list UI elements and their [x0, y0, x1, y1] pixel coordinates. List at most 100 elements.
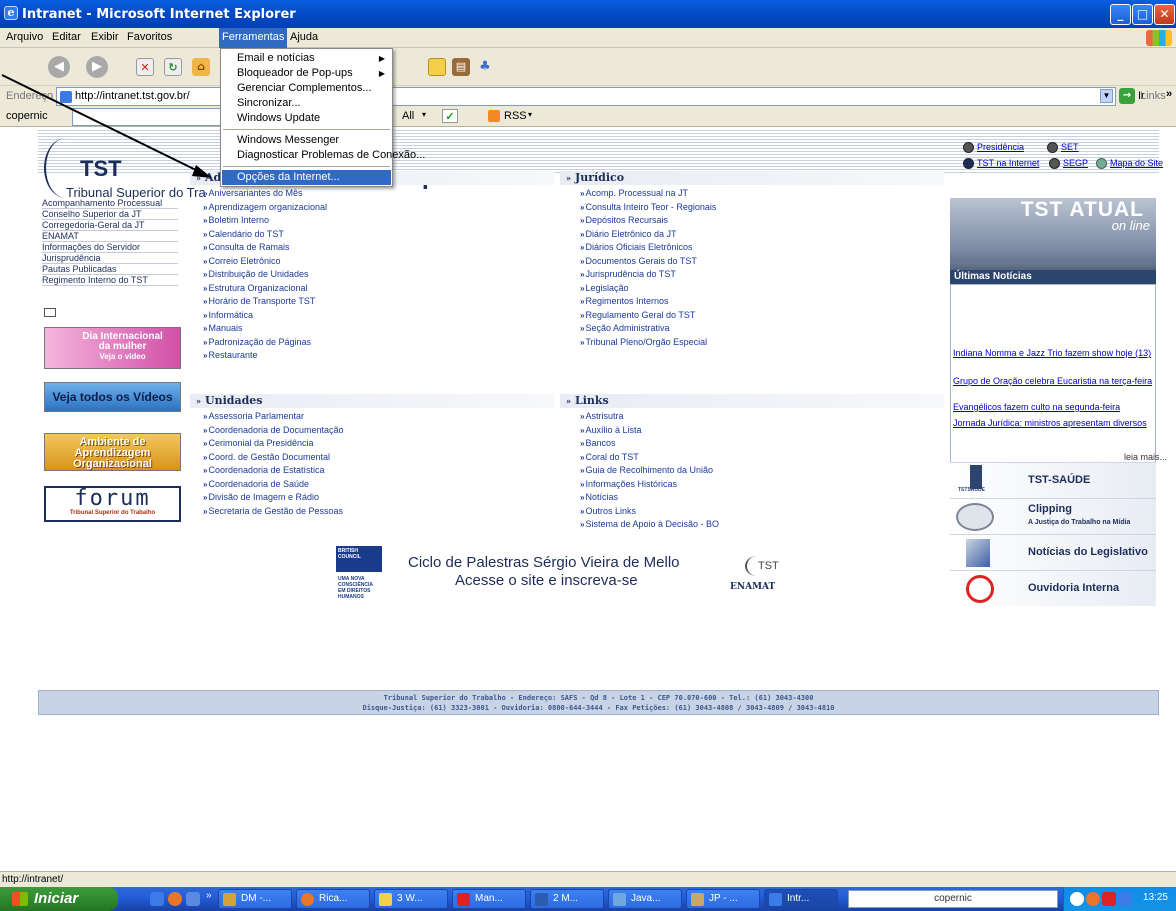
task-button[interactable]: 2 M...: [530, 889, 604, 909]
list-item[interactable]: Astrisutra: [580, 410, 719, 424]
leftnav-item[interactable]: Jurisprudência: [42, 253, 178, 264]
links-chevron-icon[interactable]: »: [1166, 88, 1172, 100]
leftnav-item[interactable]: Regimento Interno do TST: [42, 275, 178, 286]
list-item[interactable]: Acomp. Processual na JT: [580, 187, 716, 201]
address-input[interactable]: http://intranet.tst.gov.br/: [56, 87, 1116, 106]
list-item[interactable]: Jurisprudência do TST: [580, 268, 716, 282]
list-item[interactable]: Cerimonial da Presidência: [203, 437, 344, 451]
news-item[interactable]: Jornada Jurídica: ministros apresentam d…: [953, 418, 1153, 429]
list-item[interactable]: Secretaria de Gestão de Pessoas: [203, 505, 344, 519]
list-item[interactable]: Consulta de Ramais: [203, 241, 327, 255]
list-item[interactable]: Padronização de Páginas: [203, 336, 327, 350]
link-segp[interactable]: SEGP: [1063, 158, 1088, 168]
list-item[interactable]: Documentos Gerais do TST: [580, 255, 716, 269]
ambiente-banner[interactable]: Ambiente de Aprendizagem Organizacional: [44, 433, 181, 471]
menu-item-messenger[interactable]: Windows Messenger: [222, 133, 391, 148]
task-button[interactable]: Rica...: [296, 889, 370, 909]
list-item[interactable]: Estrutura Organizacional: [203, 282, 327, 296]
list-item[interactable]: Divisão de Imagem e Rádio: [203, 491, 344, 505]
copernic-all-button[interactable]: All: [402, 110, 414, 122]
list-item[interactable]: Auxílio à Lista: [580, 424, 719, 438]
leftnav-item[interactable]: Corregedoria-Geral da JT: [42, 220, 178, 231]
start-button[interactable]: Iniciar: [0, 887, 118, 911]
legislativo-box[interactable]: Notícias do Legislativo: [950, 534, 1156, 570]
back-icon[interactable]: ◀: [48, 56, 70, 78]
menu-item-email[interactable]: Email e notícias ▶: [222, 51, 391, 66]
leftnav-item[interactable]: Pautas Publicadas: [42, 264, 178, 275]
list-item[interactable]: Informática: [203, 309, 327, 323]
tray-icon[interactable]: [1070, 892, 1084, 906]
leftnav-item[interactable]: Conselho Superior da JT: [42, 209, 178, 220]
list-item[interactable]: Manuais: [203, 322, 327, 336]
list-item[interactable]: Seção Administrativa: [580, 322, 716, 336]
forum-banner[interactable]: forum Tribunal Superior do Trabalho: [44, 486, 181, 522]
news-item[interactable]: Evangélicos fazem culto na segunda-feira: [953, 402, 1153, 413]
quicklaunch-chevron-icon[interactable]: »: [206, 890, 212, 901]
home-icon[interactable]: ⌂: [192, 58, 210, 76]
rss-button[interactable]: RSS: [504, 110, 527, 122]
list-item[interactable]: Coordenadoria de Documentação: [203, 424, 343, 438]
firefox-quicklaunch-icon[interactable]: [168, 892, 182, 906]
list-item[interactable]: Coral do TST: [580, 451, 719, 465]
address-dropdown-icon[interactable]: ▼: [1100, 89, 1113, 103]
go-arrow-icon[interactable]: →: [1119, 88, 1135, 104]
list-item[interactable]: Bancos: [580, 437, 719, 451]
copernic-search-input[interactable]: [72, 108, 222, 126]
task-button[interactable]: JP - ...: [686, 889, 760, 909]
menu-item-diagnose[interactable]: Diagnosticar Problemas de Conexão...: [222, 148, 425, 163]
list-item[interactable]: Diários Oficiais Eletrônicos: [580, 241, 716, 255]
menu-item-sync[interactable]: Sincronizar...: [222, 96, 391, 111]
folder-icon[interactable]: [428, 58, 446, 76]
list-item[interactable]: Outros Links: [580, 505, 719, 519]
tst-saude-box[interactable]: TSTSAÚDE TST-SAÚDE: [950, 462, 1156, 498]
all-dropdown-icon[interactable]: ▾: [422, 110, 426, 119]
list-item[interactable]: Coord. de Gestão Documental: [203, 451, 344, 465]
highlight-icon[interactable]: ✓: [442, 109, 458, 123]
list-item[interactable]: Correio Eletrônico: [203, 255, 327, 269]
menu-favoritos[interactable]: Favoritos: [127, 31, 172, 43]
list-item[interactable]: Regimentos Internos: [580, 295, 716, 309]
list-item[interactable]: Notícias: [580, 491, 719, 505]
refresh-icon[interactable]: ↻: [164, 58, 182, 76]
menu-editar[interactable]: Editar: [52, 31, 81, 43]
task-button-active[interactable]: Intr...: [764, 889, 838, 909]
videos-banner[interactable]: Veja todos os Vídeos: [44, 382, 181, 412]
leftnav-item[interactable]: Informações do Servidor: [42, 242, 178, 253]
link-mapa-do-site[interactable]: Mapa do Site: [1110, 158, 1163, 168]
dia-mulher-banner[interactable]: Dia Internacional da mulher Veja o vídeo: [44, 327, 181, 369]
stop-icon[interactable]: ✕: [136, 58, 154, 76]
list-item[interactable]: Distribuição de Unidades: [203, 268, 327, 282]
task-button[interactable]: DM -...: [218, 889, 292, 909]
list-item[interactable]: Boletim Interno: [203, 214, 327, 228]
menu-exibir[interactable]: Exibir: [91, 31, 119, 43]
history-icon[interactable]: ▤: [452, 58, 470, 76]
tray-icon[interactable]: [1118, 892, 1132, 906]
link-presidencia[interactable]: Presidência: [977, 142, 1024, 152]
minimize-button[interactable]: _: [1110, 4, 1131, 25]
leftnav-item[interactable]: ENAMAT: [42, 231, 178, 242]
taskbar-search-input[interactable]: copernic: [848, 890, 1058, 908]
forward-icon[interactable]: ▶: [86, 56, 108, 78]
mail-icon[interactable]: [44, 308, 56, 317]
maximize-button[interactable]: □: [1132, 4, 1153, 25]
list-item[interactable]: Depósitos Recursais: [580, 214, 716, 228]
list-item[interactable]: Calendário do TST: [203, 228, 327, 242]
news-item[interactable]: Grupo de Oração celebra Eucaristia na te…: [953, 376, 1153, 387]
leftnav-item[interactable]: Acompanhamento Processual: [42, 198, 178, 209]
ie-quicklaunch-icon[interactable]: [150, 892, 164, 906]
menu-ajuda[interactable]: Ajuda: [290, 31, 318, 43]
list-item[interactable]: Aniversariantes do Mês: [203, 187, 327, 201]
list-item[interactable]: Coordenadoria de Estatística: [203, 464, 344, 478]
list-item[interactable]: Aprendizagem organizacional: [203, 201, 327, 215]
tst-logo[interactable]: TST: [80, 156, 122, 182]
menu-item-popup-blocker[interactable]: Bloqueador de Pop-ups ▶: [222, 66, 391, 81]
tray-icon[interactable]: [1086, 892, 1100, 906]
ciclo-line1[interactable]: Ciclo de Palestras Sérgio Vieira de Mell…: [408, 554, 680, 571]
clipping-box[interactable]: Clipping A Justiça do Trabalho na Mídia: [950, 498, 1156, 534]
list-item[interactable]: Diário Eletrônico da JT: [580, 228, 716, 242]
close-button[interactable]: ✕: [1154, 4, 1175, 25]
list-item[interactable]: Consulta Inteiro Teor - Regionais: [580, 201, 716, 215]
list-item[interactable]: Assessoria Parlamentar: [203, 410, 344, 424]
british-council-logo[interactable]: BRITISH COUNCIL: [336, 546, 382, 572]
list-item[interactable]: Sistema de Apoio à Decisão - BO: [580, 518, 719, 532]
